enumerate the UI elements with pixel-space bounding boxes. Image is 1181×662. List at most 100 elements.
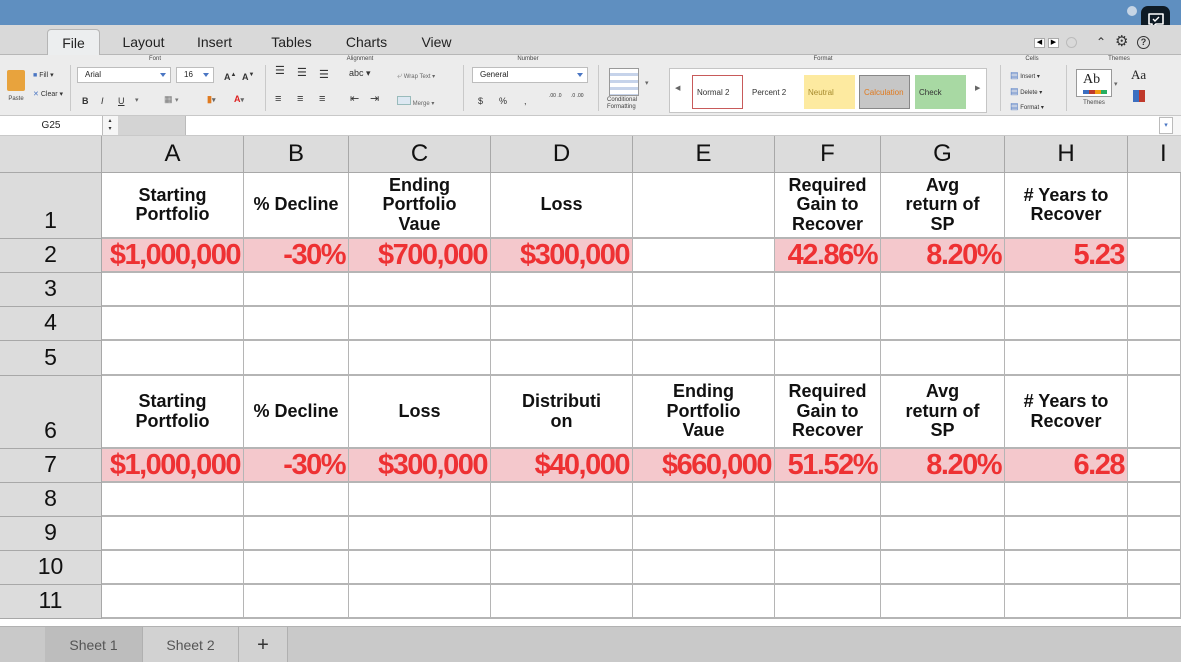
cell-d4[interactable]: [491, 307, 633, 341]
cell-c4[interactable]: [349, 307, 491, 341]
cell-d2[interactable]: $300,000: [491, 239, 633, 273]
insert-cells-button[interactable]: ▤ Insert ▾: [1010, 69, 1040, 83]
select-all-corner[interactable]: [0, 136, 102, 173]
cell-e10[interactable]: [633, 551, 775, 585]
number-format-select[interactable]: General: [472, 67, 588, 83]
cell-b2[interactable]: -30%: [244, 239, 349, 273]
style-percent-2[interactable]: Percent 2: [748, 75, 799, 109]
column-header-g[interactable]: G: [881, 136, 1005, 173]
cell-i3[interactable]: [1128, 273, 1181, 307]
cell-e4[interactable]: [633, 307, 775, 341]
cell-g1[interactable]: Avg return of SP: [881, 173, 1005, 239]
italic-button[interactable]: I: [101, 95, 104, 107]
tab-layout[interactable]: Layout: [117, 29, 170, 55]
row-header-3[interactable]: 3: [0, 273, 102, 307]
cell-a5[interactable]: [102, 341, 244, 376]
add-sheet-button[interactable]: +: [239, 627, 288, 662]
row-header-2[interactable]: 2: [0, 239, 102, 273]
theme-fonts-button[interactable]: Aa: [1131, 67, 1146, 83]
cell-f7[interactable]: 51.52%: [775, 449, 881, 483]
cell-e11[interactable]: [633, 585, 775, 619]
cell-h9[interactable]: [1005, 517, 1128, 551]
themes-button[interactable]: Ab: [1076, 69, 1112, 97]
cell-h11[interactable]: [1005, 585, 1128, 619]
cell-c5[interactable]: [349, 341, 491, 376]
cell-c11[interactable]: [349, 585, 491, 619]
merge-button[interactable]: Merge ▾: [397, 96, 434, 110]
cell-h2[interactable]: 5.23: [1005, 239, 1128, 273]
cell-c7[interactable]: $300,000: [349, 449, 491, 483]
cell-d3[interactable]: [491, 273, 633, 307]
cell-f9[interactable]: [775, 517, 881, 551]
cell-e2[interactable]: [633, 239, 775, 273]
cell-b8[interactable]: [244, 483, 349, 517]
highlight-color-icon[interactable]: ▮▾: [207, 93, 215, 107]
row-header-6[interactable]: 6: [0, 376, 102, 449]
cell-h5[interactable]: [1005, 341, 1128, 376]
cell-b4[interactable]: [244, 307, 349, 341]
cell-f10[interactable]: [775, 551, 881, 585]
cell-g10[interactable]: [881, 551, 1005, 585]
cell-i10[interactable]: [1128, 551, 1181, 585]
decrease-font-icon[interactable]: A▼: [242, 69, 254, 83]
cell-a8[interactable]: [102, 483, 244, 517]
increase-font-icon[interactable]: A▲: [224, 69, 236, 83]
cell-f3[interactable]: [775, 273, 881, 307]
cell-b10[interactable]: [244, 551, 349, 585]
cell-h7[interactable]: 6.28: [1005, 449, 1128, 483]
cell-h4[interactable]: [1005, 307, 1128, 341]
increase-indent-icon[interactable]: ⇥: [370, 93, 379, 105]
format-cells-button[interactable]: ▤ Format ▾: [1010, 100, 1044, 114]
cell-g6[interactable]: Avg return of SP: [881, 376, 1005, 449]
cell-e3[interactable]: [633, 273, 775, 307]
cell-i9[interactable]: [1128, 517, 1181, 551]
name-box-stepper-icon[interactable]: ▴ ▾: [104, 117, 116, 134]
row-header-7[interactable]: 7: [0, 449, 102, 483]
delete-cells-button[interactable]: ▤ Delete ▾: [1010, 85, 1042, 99]
column-header-b[interactable]: B: [244, 136, 349, 173]
bold-button[interactable]: B: [82, 95, 89, 107]
column-header-f[interactable]: F: [775, 136, 881, 173]
cell-e9[interactable]: [633, 517, 775, 551]
theme-colors-icon[interactable]: [1133, 90, 1145, 102]
sheet-tab-1[interactable]: Sheet 1: [45, 627, 143, 662]
clear-button[interactable]: ✕ Clear ▾: [33, 89, 63, 101]
name-box[interactable]: G25: [0, 116, 103, 135]
font-name-select[interactable]: Arial: [77, 67, 171, 83]
underline-button[interactable]: U: [118, 95, 125, 107]
formula-expand-icon[interactable]: ▾: [1159, 117, 1173, 134]
percent-button[interactable]: %: [499, 95, 507, 107]
style-calculation[interactable]: Calculation: [859, 75, 910, 109]
align-middle-icon[interactable]: ☰: [297, 67, 307, 79]
cell-d8[interactable]: [491, 483, 633, 517]
cell-h6[interactable]: # Years to Recover: [1005, 376, 1128, 449]
fill-button[interactable]: ■ Fill ▾: [33, 70, 54, 82]
cell-g3[interactable]: [881, 273, 1005, 307]
wrap-text-button[interactable]: ⤶ Wrap Text ▾: [397, 69, 435, 83]
align-left-icon[interactable]: ≡: [275, 93, 281, 105]
cell-d10[interactable]: [491, 551, 633, 585]
collapse-ribbon-icon[interactable]: ⌃: [1096, 35, 1106, 49]
cell-b9[interactable]: [244, 517, 349, 551]
cell-a4[interactable]: [102, 307, 244, 341]
currency-button[interactable]: $: [478, 95, 483, 107]
scroll-left-icon[interactable]: ◀: [1034, 38, 1045, 48]
cell-f2[interactable]: 42.86%: [775, 239, 881, 273]
cell-b1[interactable]: % Decline: [244, 173, 349, 239]
row-header-1[interactable]: 1: [0, 173, 102, 239]
style-check[interactable]: Check: [915, 75, 966, 109]
cell-i11[interactable]: [1128, 585, 1181, 619]
cell-h10[interactable]: [1005, 551, 1128, 585]
style-normal-2[interactable]: Normal 2: [692, 75, 743, 109]
themes-dropdown-icon[interactable]: ▾: [1114, 80, 1118, 88]
cell-i1[interactable]: [1128, 173, 1181, 239]
cell-a6[interactable]: Starting Portfolio: [102, 376, 244, 449]
cell-a9[interactable]: [102, 517, 244, 551]
cell-h1[interactable]: # Years to Recover: [1005, 173, 1128, 239]
styles-next-icon[interactable]: ▶: [975, 84, 980, 92]
scroll-right-icon[interactable]: ▶: [1048, 38, 1059, 48]
cell-f11[interactable]: [775, 585, 881, 619]
sheet-tab-2[interactable]: Sheet 2: [143, 627, 239, 662]
cell-a2[interactable]: $1,000,000: [102, 239, 244, 273]
cell-i8[interactable]: [1128, 483, 1181, 517]
